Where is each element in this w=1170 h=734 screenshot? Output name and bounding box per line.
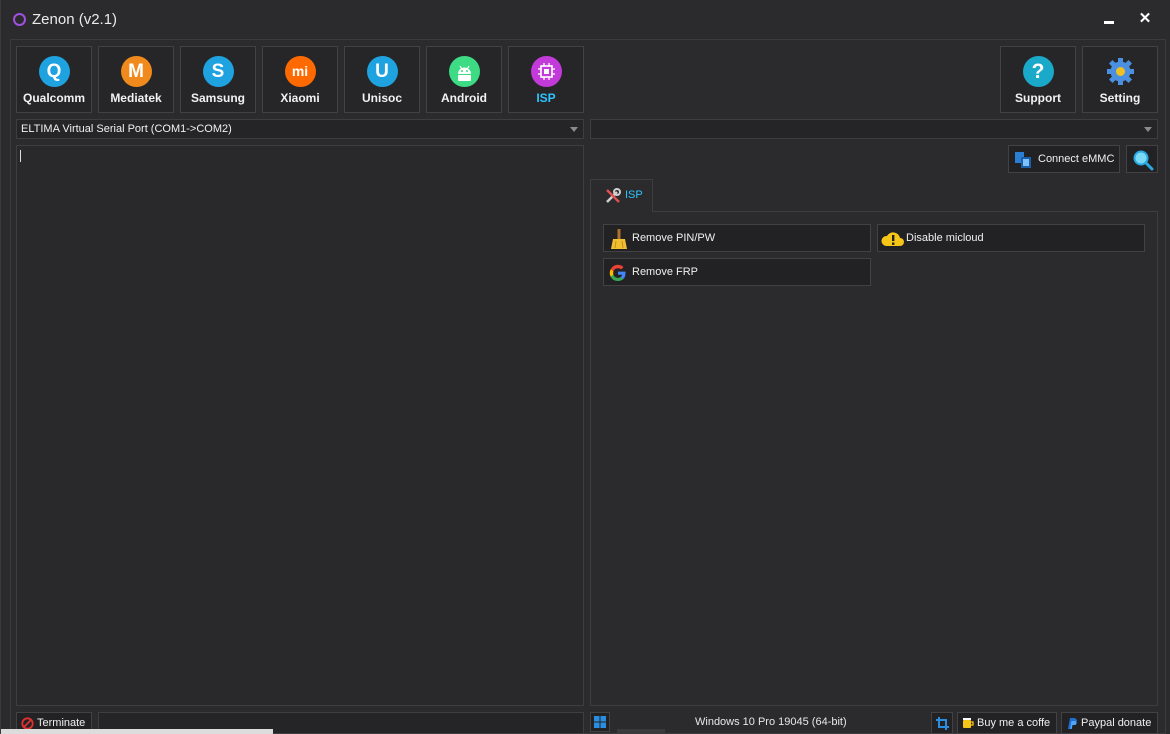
- remove-pin-label: Remove PIN/PW: [632, 232, 716, 244]
- samsung-icon: S: [202, 56, 234, 87]
- crop-button[interactable]: [931, 712, 953, 734]
- gear-icon: [1105, 56, 1136, 87]
- buy-coffee-button[interactable]: Buy me a coffe: [957, 712, 1057, 734]
- close-button[interactable]: ✕: [1134, 8, 1156, 30]
- connect-emmc-label: Connect eMMC: [1038, 153, 1115, 165]
- minimize-icon: [1104, 21, 1114, 24]
- help-icon: ?: [1022, 56, 1054, 87]
- tool-label: Support: [1015, 91, 1061, 105]
- terminate-label: Terminate: [37, 717, 86, 729]
- tool-label: Qualcomm: [22, 91, 85, 105]
- tool-isp[interactable]: ISP: [508, 46, 584, 113]
- setting-button[interactable]: Setting: [1082, 46, 1158, 113]
- search-button[interactable]: [1126, 145, 1158, 173]
- paypal-icon: [1068, 718, 1077, 729]
- tool-android[interactable]: Android: [426, 46, 502, 113]
- tool-label: ISP: [536, 91, 556, 105]
- connect-emmc-button[interactable]: Connect eMMC: [1008, 145, 1120, 173]
- tool-label: Samsung: [190, 91, 245, 105]
- remove-frp-label: Remove FRP: [632, 266, 699, 278]
- title-bar[interactable]: Zenon (v2.1) ✕: [1, 0, 1170, 38]
- chevron-down-icon: [570, 127, 578, 132]
- tool-qualcomm[interactable]: Q Qualcomm: [16, 46, 92, 113]
- window-title: Zenon (v2.1): [32, 11, 118, 28]
- qualcomm-icon: Q: [38, 56, 70, 87]
- chevron-down-icon: [1144, 127, 1152, 132]
- port-select[interactable]: ELTIMA Virtual Serial Port (COM1->COM2): [16, 119, 584, 139]
- search-icon: [1133, 150, 1154, 171]
- windows-button[interactable]: [590, 712, 610, 732]
- app-window: Zenon (v2.1) ✕ Q Qualcomm M Mediatek S S…: [0, 0, 1170, 734]
- crop-icon: [936, 717, 949, 730]
- tab-isp-label: ISP: [625, 189, 643, 201]
- tool-mediatek[interactable]: M Mediatek: [98, 46, 174, 113]
- emmc-icon: [1015, 152, 1031, 168]
- support-button[interactable]: ? Support: [1000, 46, 1076, 113]
- tool-xiaomi[interactable]: mi Xiaomi: [262, 46, 338, 113]
- buy-coffee-label: Buy me a coffe: [977, 717, 1051, 729]
- tab-isp[interactable]: ISP: [590, 179, 653, 212]
- minimize-button[interactable]: [1098, 8, 1120, 30]
- background-window-edge: [1, 729, 273, 734]
- device-select[interactable]: [590, 119, 1158, 139]
- chip-icon: [530, 56, 562, 87]
- google-icon: [609, 264, 626, 282]
- paypal-donate-label: Paypal donate: [1081, 717, 1152, 729]
- mediatek-icon: M: [120, 56, 152, 87]
- windows-icon: [594, 716, 606, 728]
- tool-label: Mediatek: [110, 91, 162, 105]
- background-window-edge: [617, 729, 665, 734]
- tools-icon: [606, 188, 621, 203]
- coffee-icon: [963, 718, 974, 728]
- tool-label: Xiaomi: [280, 91, 320, 105]
- port-select-value: ELTIMA Virtual Serial Port (COM1->COM2): [21, 123, 232, 135]
- tool-label: Setting: [1099, 91, 1141, 105]
- unisoc-icon: U: [366, 56, 398, 87]
- tool-label: Android: [441, 91, 487, 105]
- log-output[interactable]: [16, 145, 584, 706]
- paypal-donate-button[interactable]: Paypal donate: [1061, 712, 1158, 734]
- disable-micloud-button[interactable]: Disable micloud: [877, 224, 1145, 252]
- disable-micloud-label: Disable micloud: [906, 232, 984, 244]
- broom-icon: [611, 229, 627, 249]
- tool-unisoc[interactable]: U Unisoc: [344, 46, 420, 113]
- remove-frp-button[interactable]: Remove FRP: [603, 258, 871, 286]
- app-logo-icon: [13, 13, 26, 26]
- cloud-warning-icon: [881, 232, 904, 246]
- tool-samsung[interactable]: S Samsung: [180, 46, 256, 113]
- android-icon: [448, 56, 480, 87]
- text-caret: [20, 150, 21, 162]
- tool-label: Unisoc: [361, 91, 402, 105]
- os-info: Windows 10 Pro 19045 (64-bit): [695, 716, 847, 728]
- remove-pin-button[interactable]: Remove PIN/PW: [603, 224, 871, 252]
- xiaomi-icon: mi: [284, 56, 316, 87]
